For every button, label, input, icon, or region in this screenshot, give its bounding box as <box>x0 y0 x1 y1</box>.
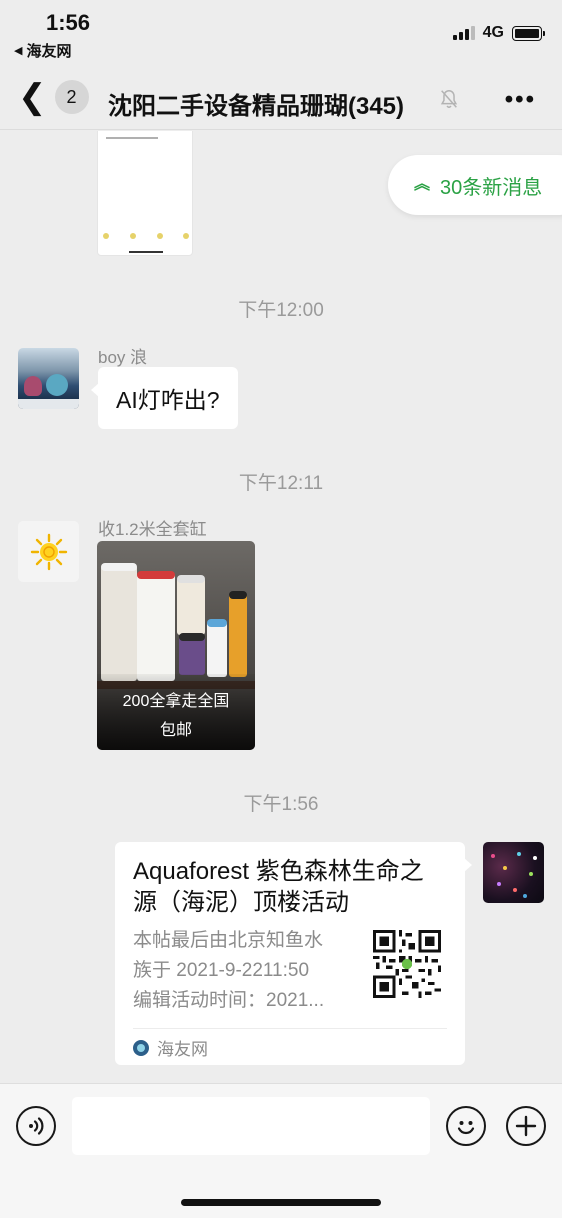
image-caption-line-2: 包邮 <box>159 722 192 739</box>
timestamp: 下午12:00 <box>238 300 324 321</box>
card-source: 海友网 <box>133 1035 208 1060</box>
qr-code-icon <box>373 930 441 998</box>
card-desc-line-1: 本帖最后由北京知鱼水 <box>133 930 324 951</box>
sender-name: 收1.2米全套缸 <box>98 520 207 539</box>
more-options-button[interactable]: ••• <box>505 86 536 114</box>
avatar[interactable] <box>18 348 79 409</box>
site-logo-icon <box>133 1039 149 1056</box>
back-to-app-link[interactable]: ◀ 海友网 <box>14 40 71 61</box>
status-time: 1:56 <box>46 10 91 35</box>
battery-icon <box>512 25 545 41</box>
back-app-label: 海友网 <box>26 43 72 60</box>
card-desc-line-2: 族于 2021-9-2211:50 <box>133 960 310 981</box>
home-indicator <box>181 1199 381 1206</box>
voice-button[interactable] <box>16 1106 56 1146</box>
avatar[interactable] <box>18 521 79 582</box>
back-button[interactable]: ❮ 2 <box>18 80 89 114</box>
message-input[interactable] <box>72 1097 430 1155</box>
card-source-name: 海友网 <box>157 1040 208 1059</box>
sun-icon <box>30 533 67 570</box>
input-bar <box>0 1083 562 1218</box>
card-title: Aquaforest 紫色森林生命之源（海泥）顶楼活动 <box>133 858 424 916</box>
status-indicators: 4G <box>452 24 545 42</box>
link-card-message[interactable]: Aquaforest 紫色森林生命之源（海泥）顶楼活动 本帖最后由北京知鱼水 族… <box>115 842 472 1065</box>
status-bar: 1:56 ◀ 海友网 4G <box>0 0 562 70</box>
plus-icon <box>515 1115 537 1137</box>
card-desc-line-3: 编辑活动时间：2021... <box>133 990 325 1011</box>
signal-icon <box>452 26 475 40</box>
voice-icon <box>29 1117 44 1135</box>
back-chevron-icon: ❮ <box>18 78 47 116</box>
card-description: 本帖最后由北京知鱼水 族于 2021-9-2211:50 编辑活动时间：2021… <box>133 926 355 1016</box>
timestamp: 下午1:56 <box>243 794 319 815</box>
double-chevron-up-icon: ︽ <box>414 176 431 193</box>
new-messages-label: 30条新消息 <box>440 176 543 199</box>
emoji-icon <box>457 1121 475 1135</box>
mute-bell-icon <box>440 90 458 108</box>
chat-area[interactable]: ︽ 30条新消息 下午12:00 boy 浪 AI灯咋出? 下午12:11 收1… <box>0 131 562 1083</box>
emoji-button[interactable] <box>446 1106 486 1146</box>
image-caption-line-1: 200全拿走全国 <box>122 693 230 710</box>
previous-image-message[interactable] <box>97 131 193 256</box>
timestamp: 下午12:11 <box>238 473 324 494</box>
network-type: 4G <box>482 24 504 41</box>
sender-name: boy 浪 <box>98 348 148 367</box>
new-messages-button[interactable]: ︽ 30条新消息 <box>388 155 562 215</box>
plus-button[interactable] <box>506 1106 546 1146</box>
chat-title: 沈阳二手设备精品珊瑚(345) <box>108 93 405 120</box>
chat-header: ❮ 2 沈阳二手设备精品珊瑚(345) ••• <box>0 70 562 130</box>
image-message[interactable]: 200全拿走全国 包邮 <box>97 541 255 750</box>
message-bubble[interactable]: AI灯咋出? <box>91 367 238 429</box>
my-avatar[interactable] <box>483 842 544 903</box>
unread-count-badge: 2 <box>54 80 89 114</box>
back-triangle-icon: ◀ <box>14 45 23 57</box>
